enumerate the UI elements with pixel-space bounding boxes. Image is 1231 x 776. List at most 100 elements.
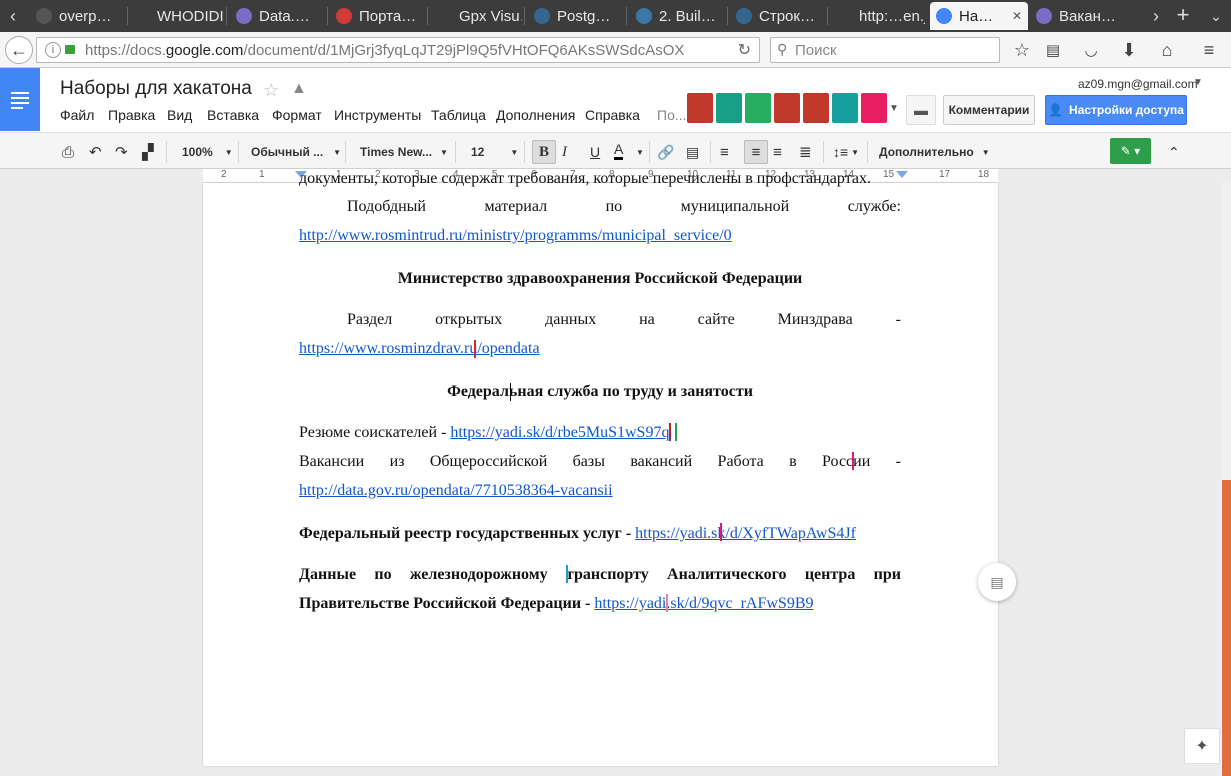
toolbar-divider	[524, 141, 525, 163]
font-select[interactable]: Times New... ▼	[360, 140, 448, 164]
addons-more-icon[interactable]: ▼	[889, 103, 899, 114]
collapse-menu-icon[interactable]: ⌃	[1168, 140, 1180, 164]
paragraph-line: Подобдный материал по муниципальной службе:	[347, 198, 901, 216]
collaborator-cursor	[720, 523, 722, 541]
download-icon[interactable]: ⬇	[1116, 38, 1142, 62]
paragraph-line: Резюме соискателей - https://yadi.sk/d/r…	[299, 424, 669, 442]
browser-tab[interactable]: Вакан…	[1030, 2, 1130, 30]
zoom-select[interactable]: 100% ▼	[182, 140, 233, 164]
more-tools-label: Дополнительно	[879, 145, 974, 159]
scrollbar-thumb[interactable]	[1222, 480, 1231, 776]
insert-comment-icon[interactable]: ▤	[686, 140, 699, 164]
browser-tab[interactable]: Postg…	[528, 2, 624, 30]
menu-item[interactable]: Дополнения	[496, 107, 575, 123]
addon-icon[interactable]	[774, 93, 800, 123]
railway-link[interactable]: https://yadi.sk/d/9qvc_rAFwS9B9	[594, 595, 813, 612]
back-button[interactable]: ←	[5, 36, 33, 64]
align-right-icon[interactable]: ≡	[773, 140, 782, 164]
addon-icon[interactable]	[687, 93, 713, 123]
menu-item[interactable]: По...	[657, 107, 687, 123]
browser-tab[interactable]: Порта…	[330, 2, 425, 30]
browser-tab[interactable]: 2. Buil…	[630, 2, 725, 30]
word: из	[389, 453, 405, 470]
italic-button[interactable]: I	[562, 140, 567, 164]
rosmintrud-link[interactable]: http://www.rosmintrud.ru/ministry/progra…	[299, 227, 732, 244]
addon-icon[interactable]	[803, 93, 829, 123]
browser-tab[interactable]: WHODIDI…	[128, 2, 224, 30]
tab-separator	[827, 7, 828, 25]
link-icon[interactable]: 🔗	[657, 140, 674, 164]
ruler-tick: 2	[221, 169, 227, 180]
registry-link[interactable]: https://yadi.sk/d/XyfTWapAwS4Jf	[635, 525, 856, 542]
close-tab-icon[interactable]: ✕	[1012, 9, 1022, 23]
print-icon[interactable]: ⎙	[62, 140, 74, 164]
browser-tab[interactable]: overp…	[30, 2, 125, 30]
browser-tab[interactable]: http:…en.js	[830, 2, 925, 30]
comments-button[interactable]: Комментарии	[943, 95, 1035, 125]
rosminzdrav-link[interactable]: https://www.rosminzdrav.ru/opendata	[299, 340, 540, 357]
add-comment-button[interactable]: ▤	[978, 563, 1016, 601]
redo-icon[interactable]: ↷	[115, 140, 128, 164]
info-icon[interactable]: i	[45, 42, 61, 58]
text-color-button[interactable]: A	[614, 140, 624, 160]
bookmark-star-icon[interactable]: ☆	[1009, 38, 1035, 62]
addon-icon[interactable]	[745, 93, 771, 123]
docs-logo-icon[interactable]	[0, 68, 40, 131]
menu-item[interactable]: Правка	[108, 107, 155, 123]
zoom-dropdown-icon: ▼	[224, 147, 233, 157]
addon-icon[interactable]	[861, 93, 887, 123]
bold-button[interactable]: B	[532, 140, 556, 164]
reading-list-icon[interactable]: ▤	[1040, 38, 1066, 62]
underline-button[interactable]: U	[590, 140, 600, 164]
document-title[interactable]: Наборы для хакатона	[60, 78, 252, 100]
account-email[interactable]: az09.mgn@gmail.com	[1078, 77, 1198, 91]
star-icon[interactable]: ☆	[263, 80, 279, 101]
menu-item[interactable]: Справка	[585, 107, 640, 123]
menu-item[interactable]: Таблица	[431, 107, 486, 123]
paint-format-icon[interactable]: ▞	[142, 140, 154, 164]
pocket-icon[interactable]: ◡	[1078, 38, 1104, 62]
paragraph-line: Вакансии из Общероссийской базы вакансий Рабо…	[299, 453, 901, 471]
share-button[interactable]: 👤 Настройки доступа	[1045, 95, 1187, 125]
tabs-scroll-left-icon[interactable]: ‹	[0, 4, 26, 28]
addon-icon[interactable]	[832, 93, 858, 123]
text-color-dropdown-icon[interactable]: ▼	[636, 140, 644, 164]
resume-link[interactable]: https://yadi.sk/d/rbe5MuS1wS97q	[450, 424, 669, 441]
browser-tab[interactable]: Data.…	[230, 2, 325, 30]
menu-icon[interactable]: ≡	[1196, 38, 1222, 62]
menu-item[interactable]: Формат	[272, 107, 322, 123]
link-line: http://data.gov.ru/opendata/7710538364-v…	[299, 482, 613, 500]
browser-tab[interactable]: Gpx Visu…	[430, 2, 522, 30]
editing-mode-button[interactable]: ✎ ▾	[1110, 138, 1151, 164]
align-center-icon[interactable]: ≡	[744, 140, 768, 164]
browser-tab[interactable]: Строк…	[730, 2, 825, 30]
menu-item[interactable]: Вставка	[207, 107, 259, 123]
move-to-folder-icon[interactable]: ▲	[291, 80, 307, 98]
align-justify-icon[interactable]: ≣	[799, 140, 812, 164]
search-input[interactable]: ⚲ Поиск	[770, 37, 1000, 63]
home-icon[interactable]: ⌂	[1154, 38, 1180, 62]
addon-icon[interactable]	[716, 93, 742, 123]
reload-icon[interactable]: ↻	[738, 40, 751, 60]
font-size-select[interactable]: 12 ▼	[471, 140, 518, 164]
new-tab-button[interactable]: +	[1170, 2, 1196, 27]
more-tools-button[interactable]: Дополнительно ▼	[879, 140, 990, 164]
chat-icon[interactable]: ▬	[906, 95, 936, 125]
collaborator-cursor	[675, 423, 677, 441]
browser-tab[interactable]: На… ✕	[930, 2, 1028, 30]
align-left-icon[interactable]: ≡	[720, 140, 729, 164]
menu-item[interactable]: Инструменты	[334, 107, 421, 123]
undo-icon[interactable]: ↶	[89, 140, 102, 164]
account-dropdown-icon[interactable]: ▼	[1193, 77, 1203, 88]
line-spacing-icon[interactable]: ↕≡ ▼	[833, 140, 859, 164]
url-bar[interactable]: i https://docs. google.com/document/d/1Mj…	[36, 37, 760, 63]
menu-item[interactable]: Вид	[167, 107, 192, 123]
document-page[interactable]: документы, которые содержат требования, …	[203, 170, 998, 766]
vacancies-link[interactable]: http://data.gov.ru/opendata/7710538364-v…	[299, 482, 613, 499]
tab-list-icon[interactable]: ⌄	[1203, 4, 1229, 28]
explore-button[interactable]: ✦	[1184, 728, 1220, 764]
right-indent-marker[interactable]	[896, 171, 908, 178]
menu-item[interactable]: Файл	[60, 107, 94, 123]
style-select[interactable]: Обычный ... ▼	[251, 140, 341, 164]
tabs-scroll-right-icon[interactable]: ›	[1143, 4, 1169, 28]
